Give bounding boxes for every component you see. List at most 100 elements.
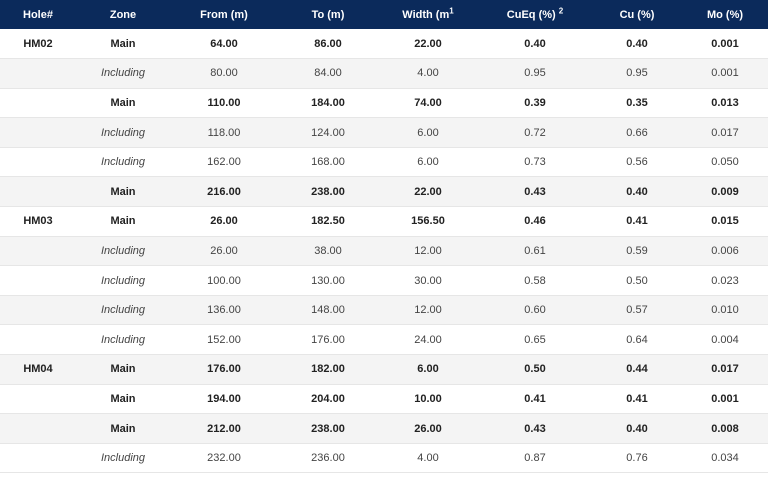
cell-width: 6.00 — [417, 156, 439, 169]
cell-zone: Including — [100, 67, 146, 80]
table-row: HM03 Main 26.00 182.50 156.50 0.46 0.41 0.015 — [0, 207, 768, 237]
cell-mo: 0.009 — [711, 185, 739, 198]
cell-cueq: 0.43 — [524, 422, 546, 435]
cell-zone: Main — [110, 185, 136, 198]
cell-cu: 0.41 — [626, 392, 648, 405]
cell-cueq: 0.50 — [524, 363, 546, 376]
cell-cueq: 0.65 — [524, 333, 546, 346]
cell-width: 6.00 — [417, 126, 439, 139]
table-body: HM02 Main 64.00 86.00 22.00 0.40 0.40 0.001 Incl… — [0, 29, 768, 473]
cell-from: 80.00 — [210, 67, 238, 80]
cell-cueq: 0.41 — [524, 392, 546, 405]
cell-cueq: 0.46 — [524, 215, 546, 228]
cell-from: 194.00 — [207, 392, 241, 405]
header-cueq: CuEq (%) 2 — [478, 0, 592, 29]
cell-width: 10.00 — [414, 392, 442, 405]
cell-width: 156.50 — [411, 215, 445, 228]
drill-results-table: Hole# Zone From (m) To (m) Width (m1 CuE… — [0, 0, 768, 473]
cell-mo: 0.010 — [711, 304, 739, 317]
table-row: Main 216.00 238.00 22.00 0.43 0.40 0.009 — [0, 176, 768, 207]
cell-width: 26.00 — [414, 422, 442, 435]
cell-width: 12.00 — [414, 244, 442, 257]
cell-cueq: 0.87 — [524, 452, 546, 465]
cell-from: 110.00 — [207, 96, 241, 109]
cell-to: 238.00 — [311, 422, 345, 435]
cell-hole: HM03 — [23, 215, 53, 228]
cell-to: 238.00 — [311, 185, 345, 198]
header-width: Width (m1 — [378, 0, 478, 29]
table-row: Including 100.00 130.00 30.00 0.58 0.50 0.023 — [0, 266, 768, 296]
cell-hole — [0, 118, 76, 148]
cell-zone: Main — [110, 392, 136, 405]
table-header-row: Hole# Zone From (m) To (m) Width (m1 CuE… — [0, 0, 768, 29]
cell-to: 168.00 — [311, 156, 345, 169]
cell-hole — [0, 384, 76, 414]
cell-mo: 0.015 — [711, 215, 739, 228]
cell-hole — [0, 443, 76, 473]
header-zone: Zone — [109, 8, 137, 21]
cell-to: 86.00 — [314, 37, 342, 50]
cell-from: 26.00 — [210, 215, 238, 228]
cell-from: 152.00 — [207, 333, 241, 346]
cell-mo: 0.034 — [711, 452, 739, 465]
cell-mo: 0.050 — [711, 156, 739, 169]
cell-cu: 0.56 — [626, 156, 648, 169]
cell-to: 148.00 — [311, 304, 345, 317]
cell-zone: Including — [100, 304, 146, 317]
cell-width: 30.00 — [414, 274, 442, 287]
cell-to: 182.00 — [311, 363, 345, 376]
header-cueq-footnote: 2 — [558, 5, 564, 15]
cell-cu: 0.41 — [626, 215, 648, 228]
cell-mo: 0.001 — [711, 392, 739, 405]
cell-hole — [0, 88, 76, 118]
cell-to: 38.00 — [314, 244, 342, 257]
cell-cu: 0.59 — [626, 244, 648, 257]
cell-width: 6.00 — [417, 363, 439, 376]
table-row: Main 212.00 238.00 26.00 0.43 0.40 0.008 — [0, 413, 768, 444]
cell-from: 212.00 — [207, 422, 241, 435]
table-row: Including 118.00 124.00 6.00 0.72 0.66 0.017 — [0, 117, 768, 148]
cell-cueq: 0.61 — [524, 244, 546, 257]
cell-zone: Main — [110, 96, 136, 109]
cell-to: 182.50 — [311, 215, 345, 228]
cell-mo: 0.006 — [711, 244, 739, 257]
cell-from: 232.00 — [207, 452, 241, 465]
table-row: Including 162.00 168.00 6.00 0.73 0.56 0.050 — [0, 147, 768, 177]
header-cu: Cu (%) — [619, 8, 655, 21]
cell-width: 74.00 — [414, 96, 442, 109]
table-row: Including 232.00 236.00 4.00 0.87 0.76 0.034 — [0, 443, 768, 473]
cell-cu: 0.44 — [626, 363, 648, 376]
cell-from: 118.00 — [207, 126, 241, 139]
cell-zone: Including — [100, 126, 146, 139]
cell-hole: HM02 — [23, 37, 53, 50]
cell-mo: 0.017 — [711, 126, 739, 139]
cell-mo: 0.008 — [711, 422, 739, 435]
cell-cueq: 0.43 — [524, 185, 546, 198]
cell-to: 130.00 — [311, 274, 345, 287]
table-row: Main 110.00 184.00 74.00 0.39 0.35 0.013 — [0, 88, 768, 118]
header-width-label: Width (m — [402, 8, 450, 21]
cell-zone: Including — [100, 274, 146, 287]
cell-cueq: 0.73 — [524, 156, 546, 169]
cell-width: 22.00 — [414, 37, 442, 50]
cell-cu: 0.50 — [626, 274, 648, 287]
cell-hole — [0, 177, 76, 207]
cell-cueq: 0.40 — [524, 37, 546, 50]
table-row: Including 136.00 148.00 12.00 0.60 0.57 0.010 — [0, 295, 768, 325]
table-row: Main 194.00 204.00 10.00 0.41 0.41 0.001 — [0, 384, 768, 414]
header-from: From (m) — [200, 8, 248, 21]
cell-zone: Main — [110, 37, 136, 50]
cell-to: 124.00 — [311, 126, 345, 139]
cell-cu: 0.95 — [626, 67, 648, 80]
cell-cu: 0.40 — [626, 422, 648, 435]
cell-hole — [0, 414, 76, 444]
cell-from: 162.00 — [207, 156, 241, 169]
cell-from: 176.00 — [207, 363, 241, 376]
cell-zone: Including — [100, 244, 146, 257]
table-row: Including 80.00 84.00 4.00 0.95 0.95 0.001 — [0, 58, 768, 89]
cell-mo: 0.001 — [711, 67, 739, 80]
cell-zone: Including — [100, 333, 146, 346]
cell-width: 12.00 — [414, 304, 442, 317]
header-to: To (m) — [311, 8, 345, 21]
cell-cueq: 0.39 — [524, 96, 546, 109]
